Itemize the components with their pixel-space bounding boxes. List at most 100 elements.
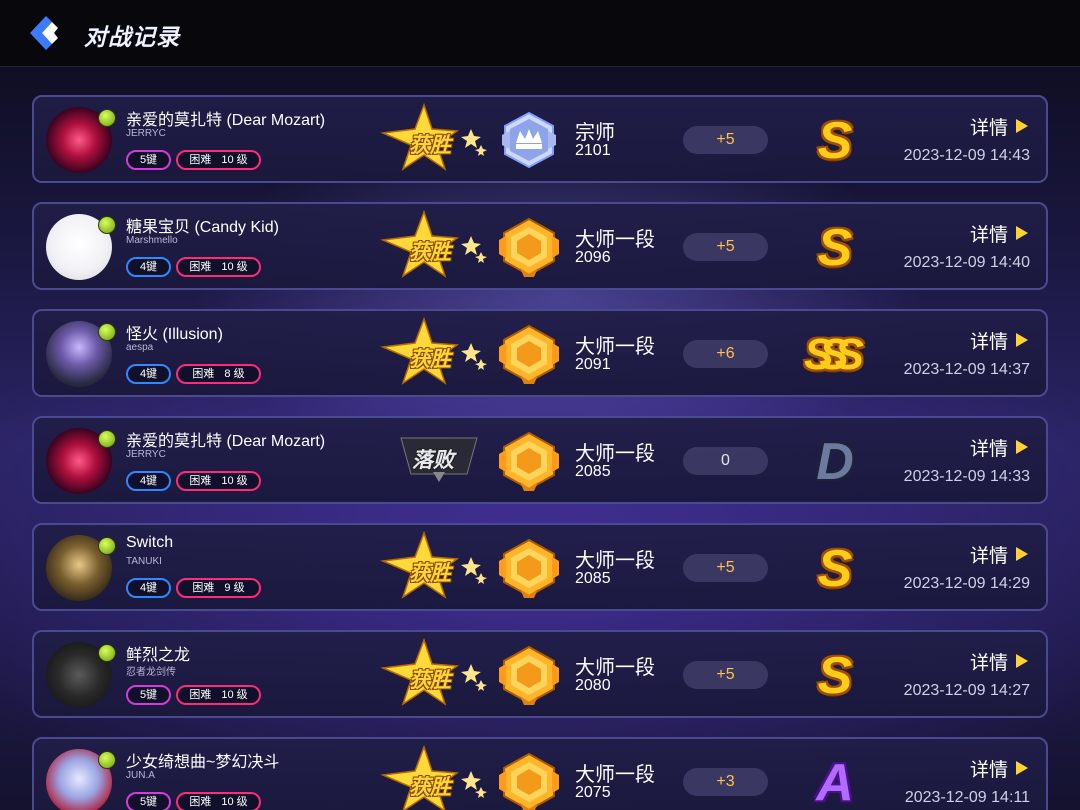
result-label: 获胜 [409, 562, 451, 585]
rank-name: 宗师 [575, 122, 615, 144]
difficulty-tag: 困难 9 级 [176, 578, 261, 598]
rank-score: 2080 [575, 677, 611, 694]
match-timestamp: 2023-12-09 14:40 [903, 254, 1030, 271]
difficulty-label: 困难 [189, 796, 212, 808]
result-label: 获胜 [409, 348, 451, 371]
song-artist: aespa [126, 342, 154, 353]
song-title: 亲爱的莫扎特 (Dear Mozart) [126, 433, 326, 450]
grade-letter: D [816, 433, 854, 491]
rank-score: 2096 [575, 249, 611, 266]
play-arrow-icon [1016, 119, 1028, 133]
match-timestamp: 2023-12-09 14:33 [903, 468, 1030, 485]
record-row[interactable]: 亲爱的莫扎特 (Dear Mozart) JERRYC 4键 困难 10 级 落败… [32, 416, 1048, 504]
grade-letter: S [817, 112, 853, 170]
master-gold-badge-icon [498, 430, 560, 492]
match-timestamp: 2023-12-09 14:43 [903, 147, 1030, 164]
master-gold-badge-icon [498, 644, 560, 706]
back-button[interactable] [26, 14, 62, 52]
keys-mode-tag: 5键 [126, 685, 171, 705]
result-label: 落败 [412, 449, 454, 472]
grade-icon: SSS [800, 325, 870, 385]
rank-name: 大师一段 [575, 336, 655, 358]
record-row[interactable]: 少女绮想曲~梦幻决斗 JUN.A 5键 困难 10 级 获胜 大师一段 2075 … [32, 737, 1048, 810]
master-gold-badge-icon [498, 323, 560, 385]
keys-mode-tag: 4键 [126, 257, 171, 277]
detail-label: 详情 [969, 760, 1008, 781]
score-delta: +5 [683, 233, 768, 261]
play-arrow-icon [1016, 440, 1028, 454]
detail-label: 详情 [969, 653, 1008, 674]
detail-button[interactable]: 详情 [970, 113, 1028, 140]
grade-icon: S [800, 646, 870, 706]
result-label: 获胜 [409, 776, 451, 799]
detail-button[interactable]: 详情 [970, 434, 1028, 461]
song-title: 怪火 (Illusion) [126, 326, 223, 343]
record-row[interactable]: 糖果宝贝 (Candy Kid) Marshmello 4键 困难 10 级 获胜… [32, 202, 1048, 290]
detail-label: 详情 [969, 332, 1008, 353]
difficulty-tag: 困难 10 级 [176, 150, 261, 170]
song-title: 亲爱的莫扎特 (Dear Mozart) [126, 112, 326, 129]
match-result: 获胜 [379, 744, 489, 810]
rank-score: 2085 [575, 463, 611, 480]
master-gold-badge-icon [498, 216, 560, 278]
match-result: 获胜 [379, 209, 489, 282]
song-artist: TANUKI [126, 556, 162, 567]
grade-icon: A [800, 753, 870, 810]
detail-button[interactable]: 详情 [970, 648, 1028, 675]
chevron-left-icon [30, 16, 58, 50]
result-label: 获胜 [409, 241, 451, 264]
score-delta: +3 [683, 768, 768, 796]
keys-mode-tag: 5键 [126, 150, 171, 170]
difficulty-level: 10 级 [221, 475, 248, 487]
difficulty-label: 困难 [189, 475, 212, 487]
score-delta: +5 [683, 661, 768, 689]
player-level-badge-icon [98, 323, 116, 341]
detail-label: 详情 [969, 225, 1008, 246]
detail-label: 详情 [969, 546, 1008, 567]
score-delta: 0 [683, 447, 768, 475]
difficulty-level: 10 级 [221, 261, 248, 273]
difficulty-tag: 困难 8 级 [176, 364, 261, 384]
match-timestamp: 2023-12-09 14:37 [903, 361, 1030, 378]
difficulty-label: 困难 [189, 261, 212, 273]
difficulty-level: 10 级 [221, 154, 248, 166]
song-artist: JERRYC [126, 449, 166, 460]
match-result: 落败 [379, 424, 489, 496]
master-gold-badge-icon [498, 751, 560, 810]
difficulty-label: 困难 [189, 689, 212, 701]
grandmaster-crown-badge-icon [498, 109, 560, 171]
player-level-badge-icon [98, 644, 116, 662]
difficulty-label: 困难 [189, 154, 212, 166]
song-title: 鲜烈之龙 [126, 647, 191, 664]
player-level-badge-icon [98, 751, 116, 769]
difficulty-level: 9 级 [224, 582, 245, 594]
record-row[interactable]: 亲爱的莫扎特 (Dear Mozart) JERRYC 5键 困难 10 级 获胜… [32, 95, 1048, 183]
grade-letter: S [817, 219, 853, 277]
rank-score: 2085 [575, 570, 611, 587]
difficulty-tag: 困难 10 级 [176, 792, 261, 810]
match-timestamp: 2023-12-09 14:29 [903, 575, 1030, 592]
rank-score: 2091 [575, 356, 611, 373]
song-artist: JERRYC [126, 128, 166, 139]
play-arrow-icon [1016, 333, 1028, 347]
song-title: 糖果宝贝 (Candy Kid) [126, 219, 279, 236]
grade-icon: S [800, 218, 870, 278]
detail-button[interactable]: 详情 [970, 755, 1028, 782]
song-title: Switch [126, 534, 174, 551]
difficulty-label: 困难 [192, 582, 215, 594]
grade-letter: S [817, 540, 853, 598]
score-delta: +6 [683, 340, 768, 368]
record-list: 亲爱的莫扎特 (Dear Mozart) JERRYC 5键 困难 10 级 获胜… [32, 95, 1048, 810]
detail-button[interactable]: 详情 [970, 220, 1028, 247]
detail-button[interactable]: 详情 [970, 541, 1028, 568]
detail-button[interactable]: 详情 [970, 327, 1028, 354]
play-arrow-icon [1016, 547, 1028, 561]
record-row[interactable]: Switch TANUKI 4键 困难 9 级 获胜 大师一段 2085 +5 S… [32, 523, 1048, 611]
player-level-badge-icon [98, 216, 116, 234]
song-title: 少女绮想曲~梦幻决斗 [126, 754, 280, 771]
record-row[interactable]: 怪火 (Illusion) aespa 4键 困难 8 级 获胜 大师一段 209… [32, 309, 1048, 397]
rank-name: 大师一段 [575, 764, 655, 786]
record-row[interactable]: 鲜烈之龙 忍者龙剑传 5键 困难 10 级 获胜 大师一段 2080 +5 S 详… [32, 630, 1048, 718]
page-title: 对战记录 [84, 24, 180, 50]
play-arrow-icon [1016, 226, 1028, 240]
